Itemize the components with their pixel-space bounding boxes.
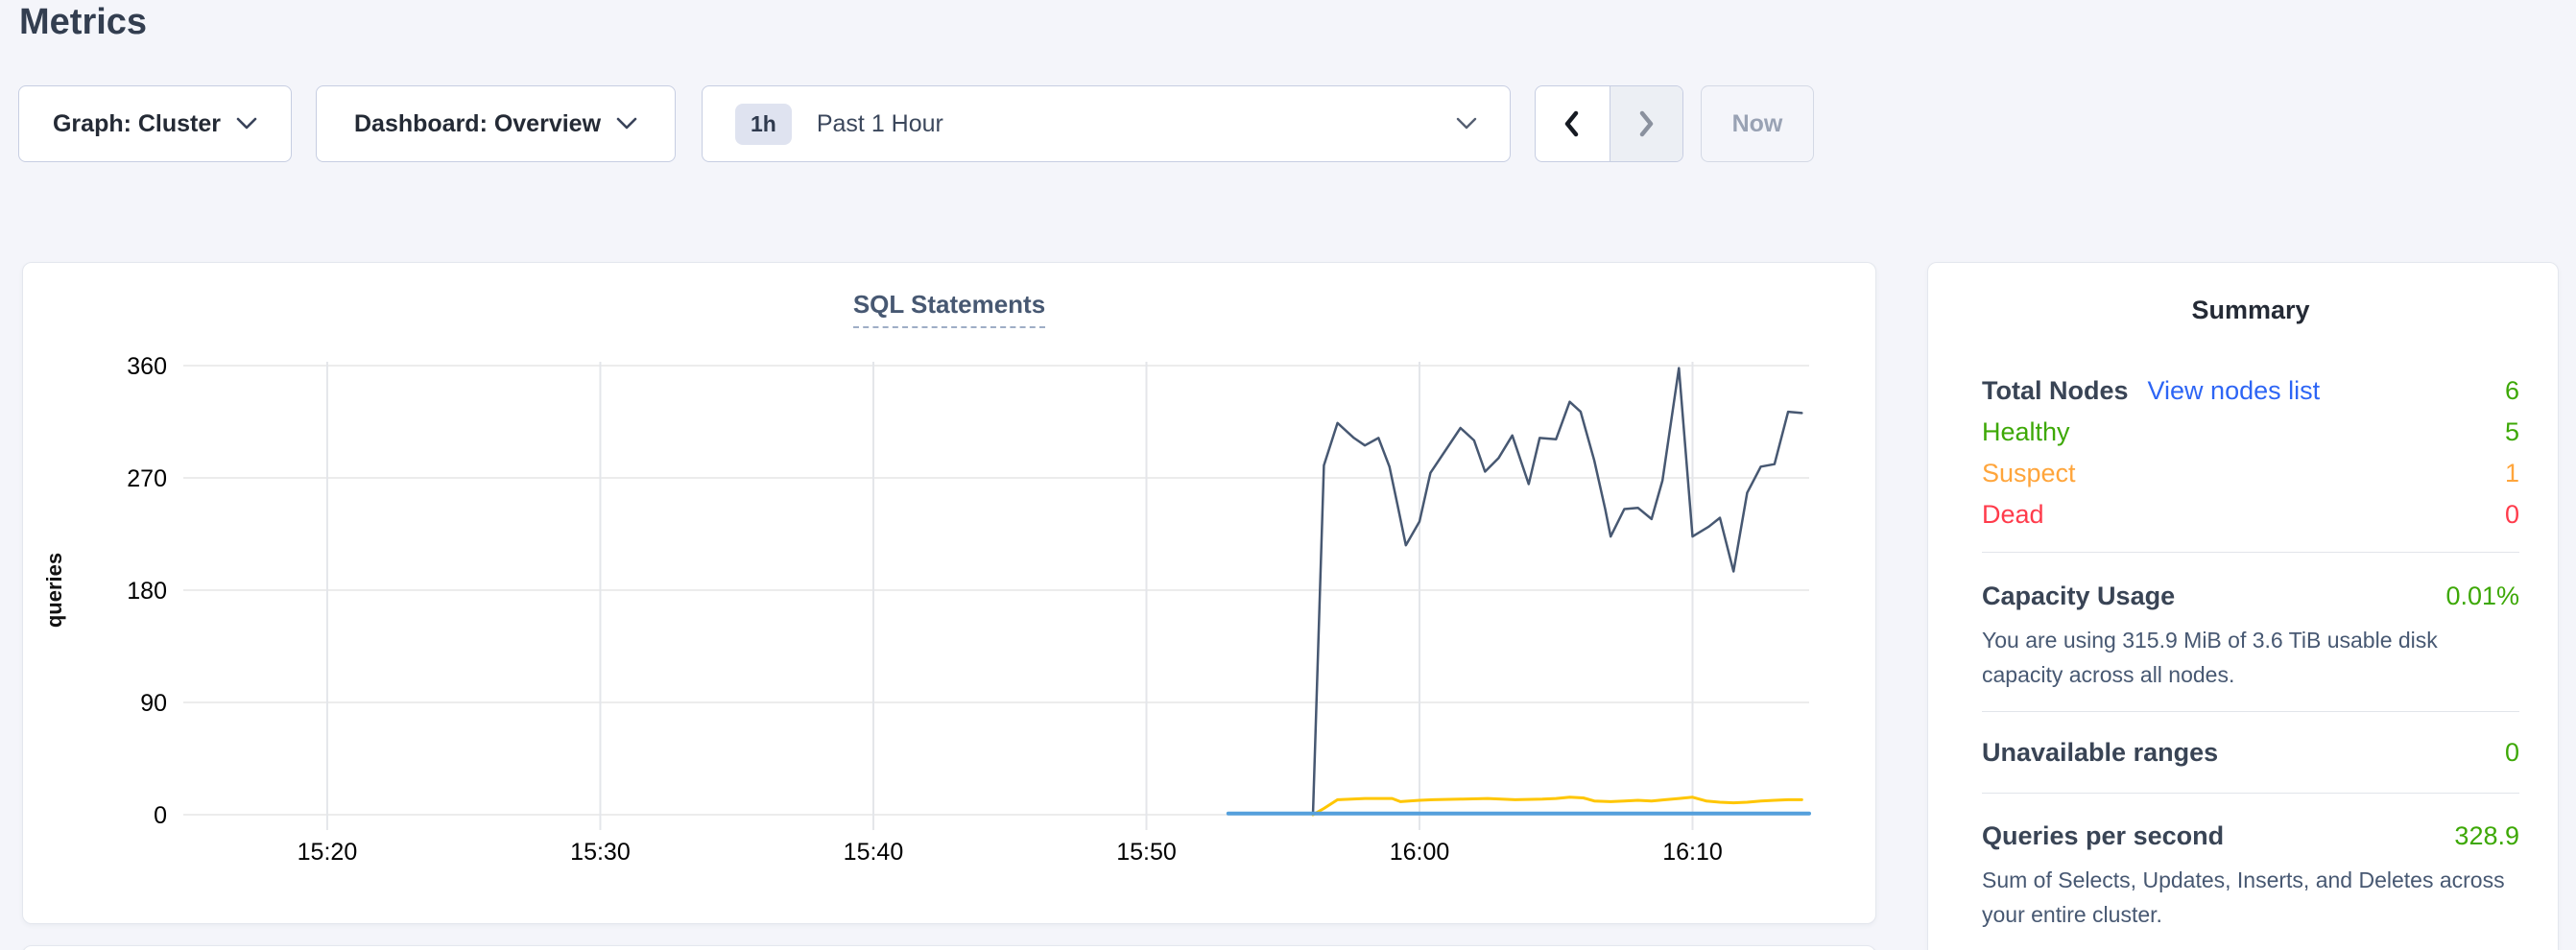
chevron-down-icon [616, 117, 637, 131]
dead-label: Dead [1982, 500, 2044, 530]
unavailable-ranges-row: Unavailable ranges 0 [1982, 733, 2519, 772]
time-back-button[interactable] [1536, 86, 1610, 161]
x-tick-label: 15:40 [844, 839, 904, 866]
y-axis-title: queries [42, 553, 66, 628]
dashboard-dropdown-label: Dashboard: Overview [354, 110, 601, 138]
time-forward-button[interactable] [1610, 86, 1683, 161]
series-statements-navy [1313, 368, 1801, 815]
queries-per-second-label: Queries per second [1982, 821, 2224, 851]
queries-per-second-row: Queries per second 328.9 [1982, 817, 2519, 855]
x-tick-label: 16:10 [1662, 839, 1723, 866]
capacity-usage-description: You are using 315.9 MiB of 3.6 TiB usabl… [1982, 623, 2519, 692]
summary-title: Summary [1982, 296, 2519, 325]
graph-dropdown[interactable]: Graph: Cluster [18, 85, 292, 162]
healthy-label: Healthy [1982, 417, 2070, 447]
y-tick-label: 90 [140, 690, 167, 717]
total-nodes-label: Total Nodes [1982, 376, 2129, 406]
chevron-down-icon [1456, 117, 1477, 131]
divider [1982, 793, 2519, 794]
queries-per-second-value: 328.9 [2454, 821, 2519, 851]
dashboard-dropdown[interactable]: Dashboard: Overview [316, 85, 676, 162]
sql-statements-chart[interactable]: 0 90 180 270 360 15:20 15:30 15:40 15:50 16:00 16:… [23, 263, 1877, 925]
time-range-selector[interactable]: 1h Past 1 Hour [702, 85, 1511, 162]
chevron-left-icon [1561, 108, 1584, 139]
x-tick-label: 15:50 [1116, 839, 1177, 866]
suspect-nodes-row: Suspect 1 [1982, 454, 2519, 492]
unavailable-ranges-value: 0 [2505, 738, 2519, 768]
time-range-badge: 1h [735, 104, 792, 145]
suspect-label: Suspect [1982, 459, 2076, 488]
chevron-right-icon [1634, 108, 1658, 139]
x-tick-label: 15:20 [298, 839, 358, 866]
dead-nodes-row: Dead 0 [1982, 495, 2519, 534]
healthy-value: 5 [2505, 417, 2519, 447]
capacity-usage-label: Capacity Usage [1982, 582, 2175, 611]
y-tick-label: 0 [154, 802, 167, 829]
chevron-down-icon [236, 117, 257, 131]
y-tick-label: 360 [127, 353, 167, 380]
divider [1982, 552, 2519, 553]
total-nodes-value: 6 [2505, 376, 2519, 406]
next-chart-card [22, 945, 1876, 950]
summary-panel: Summary Total Nodes View nodes list 6 He… [1927, 262, 2559, 950]
y-tick-label: 180 [127, 578, 167, 605]
x-tick-label: 16:00 [1390, 839, 1450, 866]
divider [1982, 711, 2519, 712]
time-range-label: Past 1 Hour [817, 110, 943, 138]
total-nodes-row: Total Nodes View nodes list 6 [1982, 371, 2519, 410]
unavailable-ranges-label: Unavailable ranges [1982, 738, 2218, 768]
sql-statements-card: SQL Statements 09018027036015:2015:3015:… [22, 262, 1876, 924]
suspect-value: 1 [2505, 459, 2519, 488]
view-nodes-list-link[interactable]: View nodes list [2148, 376, 2321, 406]
time-nav-group [1535, 85, 1683, 162]
capacity-usage-row: Capacity Usage 0.01% [1982, 577, 2519, 615]
graph-dropdown-label: Graph: Cluster [53, 110, 221, 138]
y-tick-label: 270 [127, 465, 167, 492]
capacity-usage-value: 0.01% [2445, 582, 2519, 611]
page-title: Metrics [19, 2, 147, 43]
healthy-nodes-row: Healthy 5 [1982, 413, 2519, 451]
dead-value: 0 [2505, 500, 2519, 530]
queries-per-second-description: Sum of Selects, Updates, Inserts, and De… [1982, 863, 2519, 932]
now-button[interactable]: Now [1701, 85, 1814, 162]
x-tick-label: 15:30 [570, 839, 631, 866]
